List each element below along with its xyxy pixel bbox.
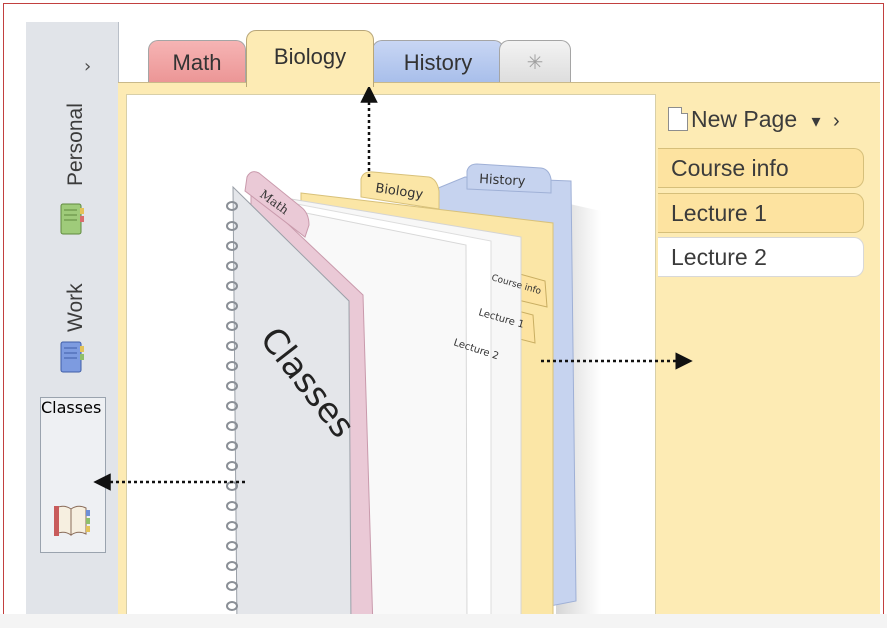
notebook-personal-label: Personal xyxy=(64,103,87,186)
notebook-personal[interactable]: Personal xyxy=(52,92,92,242)
page-canvas[interactable] xyxy=(126,94,656,624)
notebook-work-label: Work xyxy=(64,283,87,332)
tab-biology[interactable]: Biology xyxy=(246,30,374,87)
page-tab-lecture-1[interactable]: Lecture 1 xyxy=(658,193,864,233)
notebook-work[interactable]: Work xyxy=(52,262,92,382)
new-page-button[interactable]: New Page ▾ › xyxy=(668,104,840,136)
page-tab-lecture-2[interactable]: Lecture 2 xyxy=(658,237,864,277)
tab-math[interactable]: Math xyxy=(148,40,246,85)
expand-navigation-icon[interactable]: › xyxy=(84,58,91,76)
notebook-classes-label: Classes xyxy=(41,398,102,417)
screenshot-frame: › Personal Work Classes Math History ✳ B… xyxy=(3,3,884,625)
blue-notebook-icon xyxy=(60,341,84,373)
collapse-page-list-icon[interactable]: › xyxy=(833,110,840,132)
new-section-tab[interactable]: ✳ xyxy=(499,40,571,85)
tab-history[interactable]: History xyxy=(372,40,504,85)
new-section-icon: ✳ xyxy=(526,52,544,74)
bottom-strip xyxy=(0,614,887,628)
new-page-dropdown-icon[interactable]: ▾ xyxy=(812,111,821,131)
page-tab-course-info[interactable]: Course info xyxy=(658,148,864,188)
new-page-label: New Page xyxy=(691,106,798,132)
new-page-icon xyxy=(668,107,688,131)
open-book-icon xyxy=(54,505,90,536)
notebook-classes[interactable]: Classes xyxy=(40,397,106,553)
green-notebook-icon xyxy=(60,203,84,235)
